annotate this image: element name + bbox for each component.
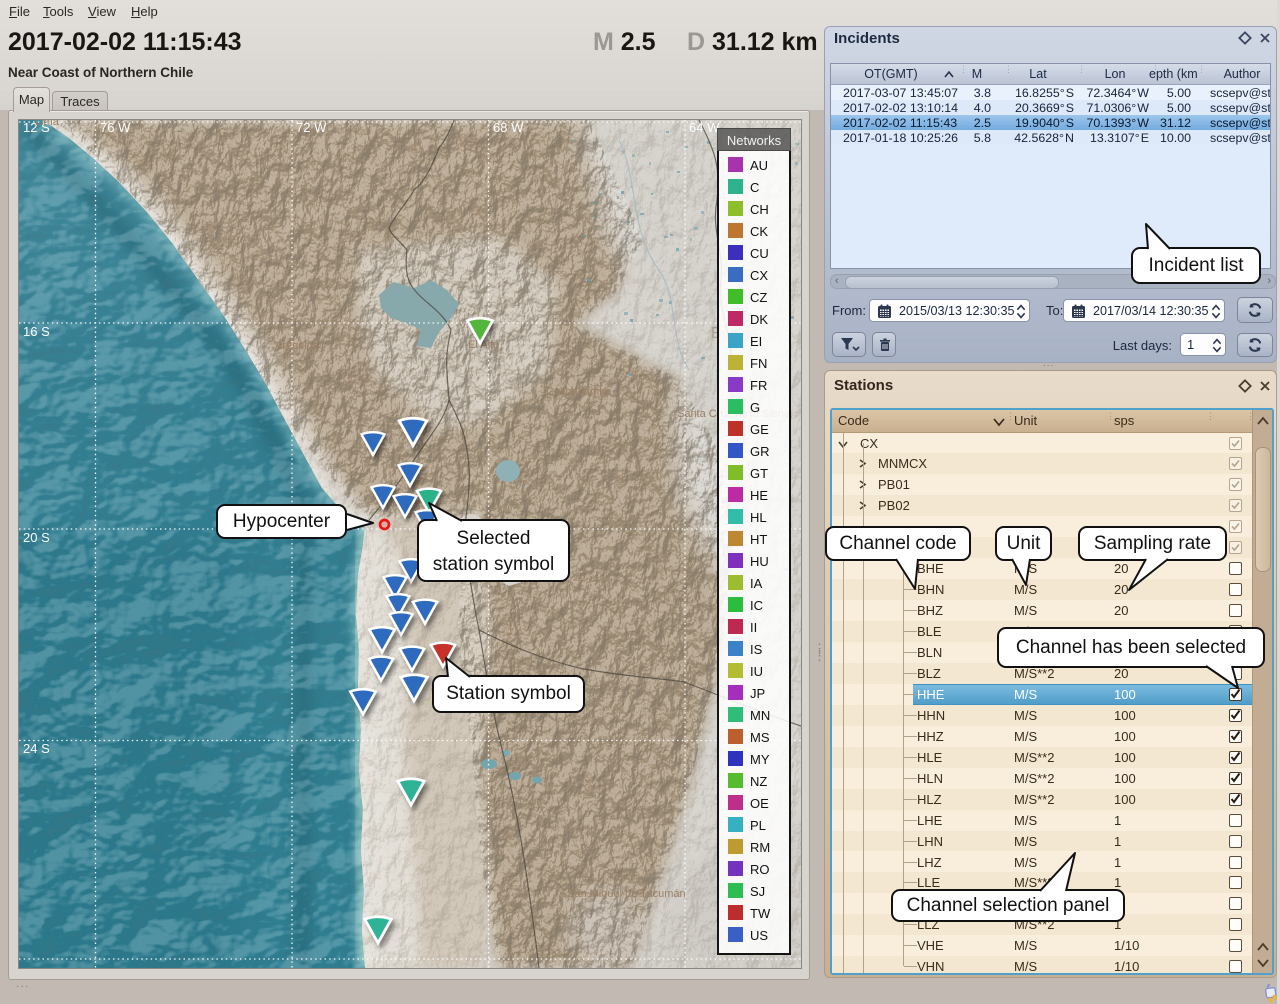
svg-text:El Alto: El Alto: [468, 339, 499, 351]
svg-text:Arequipa: Arequipa: [275, 340, 320, 352]
svg-text:72 W: 72 W: [296, 120, 327, 135]
svg-text:76 W: 76 W: [100, 120, 131, 135]
svg-text:Cochabamba: Cochabamba: [546, 386, 612, 398]
svg-text:20 S: 20 S: [23, 530, 50, 545]
svg-text:24 S: 24 S: [23, 741, 50, 756]
svg-text:16 S: 16 S: [23, 324, 50, 339]
svg-text:64 W: 64 W: [689, 120, 720, 135]
svg-text:San Miguel de Tucumán: San Miguel de Tucumán: [567, 888, 686, 900]
svg-text:Lima: Lima: [35, 120, 60, 128]
svg-text:68 W: 68 W: [493, 120, 524, 135]
